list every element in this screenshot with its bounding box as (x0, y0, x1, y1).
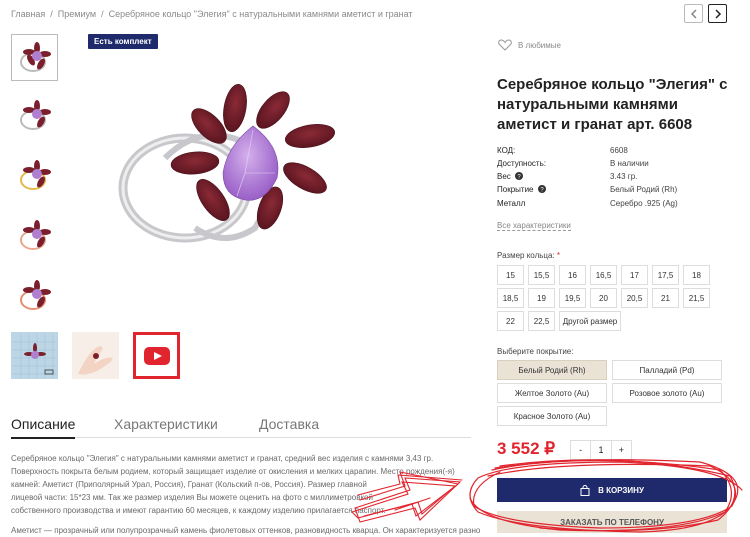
size-option[interactable]: 16 (559, 265, 586, 285)
size-option[interactable]: 21,5 (683, 288, 710, 308)
size-option[interactable]: 17 (621, 265, 648, 285)
size-option[interactable]: 20 (590, 288, 617, 308)
description-line: лицевой части: 15*23 мм. Так же размер и… (11, 493, 373, 502)
order-by-phone-button[interactable]: ЗАКАЗАТЬ ПО ТЕЛЕФОНУ (497, 511, 727, 533)
price: 3 552 ₽ (497, 439, 556, 458)
size-option[interactable]: 20,5 (621, 288, 648, 308)
size-option[interactable]: 22 (497, 311, 524, 331)
spec-label: Металл (497, 199, 526, 208)
size-option[interactable]: 18,5 (497, 288, 524, 308)
main-product-image[interactable] (105, 78, 365, 268)
add-to-cart-button[interactable]: В КОРЗИНУ (497, 478, 727, 502)
set-available-badge: Есть комплект (88, 34, 158, 49)
coverage-option[interactable]: Розовое золото (Au) (612, 383, 722, 403)
previous-product-button[interactable] (684, 4, 703, 23)
ring-on-hand-thumb[interactable] (72, 332, 119, 379)
ring-image (19, 159, 51, 190)
chevron-right-icon (714, 8, 721, 19)
product-title: Серебряное кольцо "Элегия" с натуральным… (497, 76, 728, 133)
spec-value: 3.43 гр. (610, 172, 638, 181)
favorites-label: В любимые (518, 40, 561, 50)
description-line: Аметист — прозрачный или полупрозрачный … (11, 526, 481, 535)
coverage-option-selected[interactable]: Белый Родий (Rh) (497, 360, 607, 380)
ring-image (19, 219, 51, 250)
coverage-label: Выберите покрытие: (497, 347, 574, 356)
size-option[interactable]: 17,5 (652, 265, 679, 285)
youtube-icon (143, 346, 170, 365)
spec-label: Вес (497, 172, 511, 181)
product-description: Серебряное кольцо "Элегия" с натуральным… (11, 452, 481, 537)
quantity-input[interactable]: 1 (590, 441, 612, 459)
hand-with-ring-image (77, 345, 112, 375)
size-option[interactable]: 19,5 (559, 288, 586, 308)
quantity-minus-button[interactable]: - (571, 441, 590, 459)
size-option[interactable]: 15,5 (528, 265, 555, 285)
spec-label: Доступность: (497, 159, 546, 168)
spec-label: Покрытие (497, 185, 534, 194)
coverage-option[interactable]: Палладий (Pd) (612, 360, 722, 380)
ring-silver-thumb[interactable] (11, 34, 58, 81)
description-line: Поверхность покрыта белым родием, которы… (11, 467, 455, 476)
spec-value: В наличии (610, 159, 649, 168)
spec-value: Серебро .925 (Ag) (610, 199, 678, 208)
next-product-button[interactable] (708, 4, 727, 23)
chevron-left-icon (690, 8, 697, 19)
size-option[interactable]: 22,5 (528, 311, 555, 331)
ring-gold-thumb[interactable] (11, 152, 58, 199)
add-to-favorites[interactable]: В любимые (498, 39, 561, 51)
size-option[interactable]: 16,5 (590, 265, 617, 285)
breadcrumb-separator: / (50, 9, 53, 19)
video-thumb[interactable] (133, 332, 180, 379)
ring-image (19, 279, 51, 310)
description-line: камней: Аметист (Приполярный Урал, Росси… (11, 480, 367, 489)
breadcrumb: Главная / Премиум / Серебряное кольцо "Элеги… (11, 9, 413, 19)
description-line: Серебряное кольцо "Элегия" с натуральным… (11, 454, 434, 463)
description-line (11, 517, 459, 524)
breadcrumb-current: Серебряное кольцо "Элегия" с натуральным… (108, 9, 413, 19)
tab-description[interactable]: Описание (11, 416, 76, 439)
ring-red-gold-thumb[interactable] (11, 272, 58, 319)
question-icon[interactable]: ? (515, 172, 524, 181)
product-tabs: Описание Характеристики Доставка (11, 412, 471, 439)
all-characteristics-link[interactable]: Все характеристики (497, 221, 571, 231)
ring-on-grid-image (12, 333, 57, 378)
question-icon[interactable]: ? (537, 185, 546, 194)
size-option[interactable]: 18 (683, 265, 710, 285)
ring-size-label-text: Размер кольца: (497, 251, 555, 260)
required-marker: * (556, 251, 561, 260)
breadcrumb-home[interactable]: Главная (11, 9, 45, 19)
tab-characteristics[interactable]: Характеристики (114, 416, 218, 432)
coverage-option[interactable]: Желтое Золото (Au) (497, 383, 607, 403)
breadcrumb-separator: / (101, 9, 104, 19)
add-to-cart-label: В КОРЗИНУ (598, 485, 644, 495)
size-option[interactable]: 15 (497, 265, 524, 285)
quantity-plus-button[interactable]: + (612, 441, 631, 459)
spec-value: 6608 (610, 146, 628, 155)
ring-size-label: Размер кольца: * (497, 251, 560, 260)
size-option[interactable]: 19 (528, 288, 555, 308)
size-option[interactable]: 21 (652, 288, 679, 308)
description-line: собственного производства и имеют гарант… (11, 506, 386, 515)
quantity-stepper: - 1 + (570, 440, 632, 460)
heart-icon (498, 39, 512, 51)
ring-rose-gold-thumb[interactable] (11, 212, 58, 259)
tab-delivery[interactable]: Доставка (259, 416, 319, 432)
breadcrumb-premium[interactable]: Премиум (58, 9, 96, 19)
ring-millimeter-thumb[interactable] (11, 332, 58, 379)
ring-image (19, 99, 51, 130)
ring-image (19, 41, 51, 72)
spec-value: Белый Родий (Rh) (610, 185, 678, 194)
spec-label: КОД: (497, 146, 516, 155)
size-option-other[interactable]: Другой размер (559, 311, 621, 331)
coverage-option[interactable]: Красное Золото (Au) (497, 406, 607, 426)
shopping-bag-icon (580, 484, 590, 496)
ring-image (118, 83, 335, 243)
ring-silver-side-thumb[interactable] (11, 92, 58, 139)
